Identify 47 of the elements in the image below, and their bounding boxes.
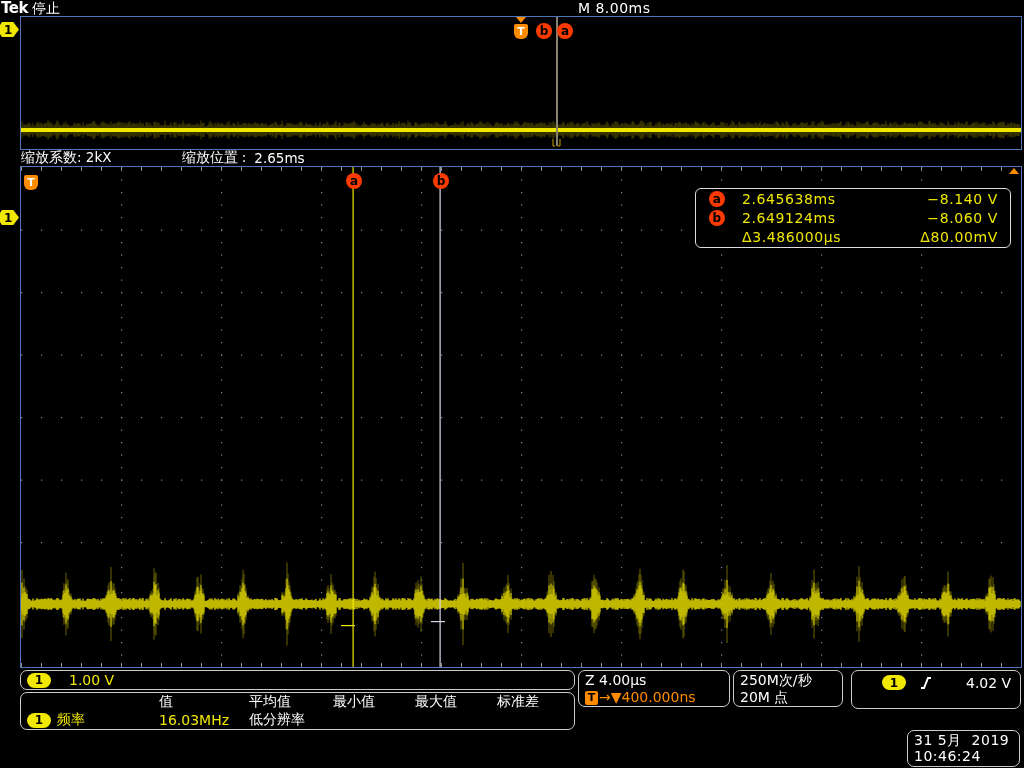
measurement-value: 16.03MHz bbox=[159, 711, 231, 729]
channel-scale: 1.00 V bbox=[69, 672, 115, 688]
horizontal-panel[interactable]: Z 4.00µs T →▼400.000ns bbox=[578, 670, 730, 707]
channel-marker[interactable]: 1 bbox=[0, 210, 19, 225]
brand-label: Tek bbox=[1, 0, 28, 16]
cursor-marker[interactable]: a bbox=[346, 173, 362, 189]
run-state: 停止 bbox=[31, 0, 60, 16]
column-header: 最小值 bbox=[333, 693, 376, 711]
trigger-pointer-icon bbox=[516, 17, 526, 23]
cursor-value: −8.140 V bbox=[927, 191, 998, 207]
zoom-position-value: 2.65ms bbox=[254, 150, 305, 166]
cursor-value: Δ80.00mV bbox=[920, 229, 998, 245]
column-header: 值 bbox=[159, 693, 174, 711]
trigger-panel[interactable]: 1 4.02 V bbox=[851, 670, 1021, 709]
time-text: 10:46:24 bbox=[914, 748, 982, 764]
channel-badge: 1 bbox=[882, 675, 906, 690]
acquisition-panel[interactable]: 250M次/秒 20M 点 bbox=[733, 670, 843, 707]
column-header: 最大值 bbox=[415, 693, 458, 711]
zoom-factor: 缩放系数: 2kX bbox=[21, 149, 112, 167]
measurement-note: 低分辨率 bbox=[249, 711, 306, 729]
cursor-time: 2.645638ms bbox=[742, 191, 836, 207]
zoom-scale: Z 4.00µs bbox=[585, 672, 648, 689]
column-header: 平均值 bbox=[249, 693, 292, 711]
channel-bar[interactable]: 1 1.00 V bbox=[20, 670, 575, 690]
cursor-time: 2.649124ms bbox=[742, 210, 836, 226]
cursor-marker[interactable]: a bbox=[557, 23, 573, 39]
cursor-marker[interactable]: b bbox=[536, 23, 552, 39]
trigger-marker: T bbox=[585, 690, 598, 705]
cursor-time: Δ3.486000µs bbox=[742, 229, 842, 245]
rising-edge-icon bbox=[920, 677, 932, 689]
column-header: 标准差 bbox=[497, 693, 540, 711]
trigger-delay: →▼400.000ns bbox=[599, 689, 696, 706]
channel-badge: 1 bbox=[27, 672, 51, 688]
cursor-marker: b bbox=[709, 210, 725, 226]
measurement-name: 频率 bbox=[57, 711, 85, 729]
trigger-level: 4.02 V bbox=[966, 675, 1012, 691]
channel-badge: 1 bbox=[27, 712, 51, 728]
trigger-position-icon bbox=[1009, 168, 1019, 174]
cursor-marker: a bbox=[709, 191, 725, 207]
record-length: 20M 点 bbox=[740, 689, 790, 706]
sample-rate: 250M次/秒 bbox=[740, 672, 813, 689]
zoom-position-label: 缩放位置 : bbox=[181, 149, 247, 167]
date-text: 31 5月 2019 bbox=[914, 732, 1011, 748]
cursor-marker[interactable]: b bbox=[433, 173, 449, 189]
timebase-readout: M 8.00ms bbox=[577, 0, 651, 16]
cursor-value: −8.060 V bbox=[927, 210, 998, 226]
channel-marker[interactable]: 1 bbox=[0, 22, 19, 37]
